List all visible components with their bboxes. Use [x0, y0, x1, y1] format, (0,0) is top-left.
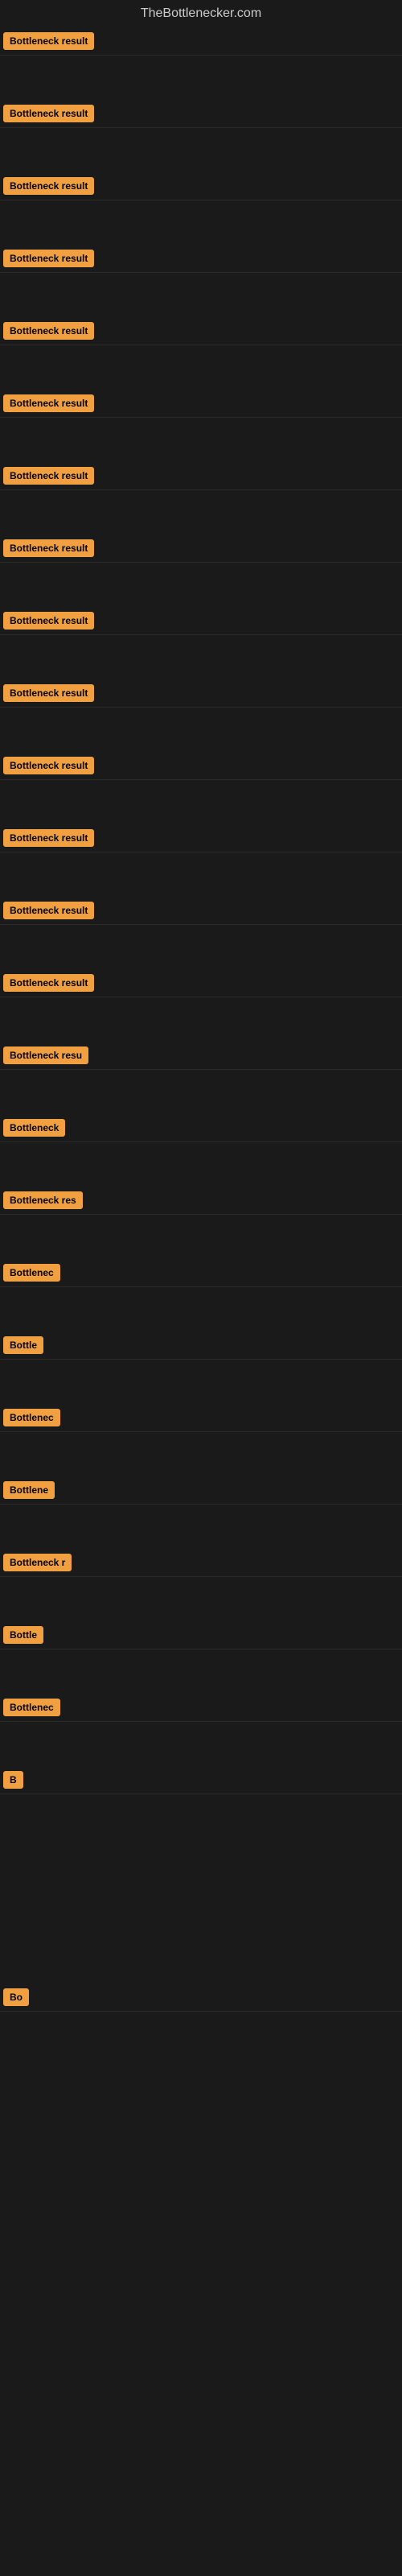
bottleneck-item: Bottlenec [0, 1694, 402, 1722]
section-gap-1 [0, 1839, 402, 1984]
bottleneck-badge[interactable]: Bottlene [3, 1481, 55, 1499]
bottleneck-badge[interactable]: Bottleneck result [3, 757, 94, 774]
bottleneck-badge[interactable]: Bottleneck result [3, 394, 94, 412]
bottleneck-badge[interactable]: Bottleneck [3, 1119, 65, 1137]
bottleneck-badge[interactable]: Bottleneck result [3, 539, 94, 557]
item-gap [0, 1649, 402, 1694]
bottleneck-item: Bottleneck result [0, 824, 402, 852]
bottleneck-item-final: Bo [0, 1984, 402, 2012]
section-gap-2 [0, 2012, 402, 2334]
item-gap [0, 925, 402, 969]
bottleneck-badge[interactable]: Bottlenec [3, 1409, 60, 1426]
item-gap [0, 128, 402, 172]
item-gap [0, 1070, 402, 1114]
item-gap [0, 635, 402, 679]
item-gap [0, 56, 402, 100]
bottleneck-badge[interactable]: B [3, 1771, 23, 1789]
item-gap [0, 273, 402, 317]
item-gap [0, 1432, 402, 1476]
bottleneck-item: Bottleneck result [0, 897, 402, 925]
bottleneck-badge[interactable]: Bottleneck result [3, 612, 94, 630]
bottleneck-item: Bottleneck result [0, 535, 402, 563]
bottleneck-badge[interactable]: Bottleneck result [3, 467, 94, 485]
site-title: TheBottlenecker.com [141, 6, 261, 20]
item-gap [0, 563, 402, 607]
bottleneck-item: Bottleneck result [0, 752, 402, 780]
bottleneck-badge[interactable]: Bottlenec [3, 1699, 60, 1716]
item-gap [0, 418, 402, 462]
bottleneck-badge[interactable]: Bottleneck res [3, 1191, 83, 1209]
bottleneck-item: Bottleneck res [0, 1187, 402, 1215]
bottleneck-item: Bottleneck result [0, 390, 402, 418]
bottleneck-item: Bottleneck result [0, 100, 402, 128]
item-gap [0, 1722, 402, 1766]
bottleneck-badge[interactable]: Bottleneck result [3, 902, 94, 919]
bottleneck-badge[interactable]: Bottleneck result [3, 974, 94, 992]
item-gap [0, 490, 402, 535]
item-gap [0, 1794, 402, 1839]
item-gap [0, 780, 402, 824]
bottleneck-item: Bottleneck resu [0, 1042, 402, 1070]
bottleneck-item: Bottlenec [0, 1404, 402, 1432]
item-gap [0, 200, 402, 245]
bottleneck-badge[interactable]: Bottleneck result [3, 322, 94, 340]
item-gap [0, 1505, 402, 1549]
bottleneck-badge[interactable]: Bottlenec [3, 1264, 60, 1282]
bottleneck-badge[interactable]: Bottleneck result [3, 684, 94, 702]
item-gap [0, 708, 402, 752]
bottleneck-item: Bottleneck [0, 1114, 402, 1142]
bottleneck-item: Bottleneck result [0, 245, 402, 273]
bottleneck-badge[interactable]: Bottleneck result [3, 250, 94, 267]
bottleneck-badge[interactable]: Bottleneck resu [3, 1046, 88, 1064]
header: TheBottlenecker.com [0, 0, 402, 27]
bottleneck-item: Bottleneck r [0, 1549, 402, 1577]
bottleneck-item: Bottleneck result [0, 679, 402, 708]
bottleneck-badge[interactable]: Bottleneck result [3, 105, 94, 122]
bottleneck-badge[interactable]: Bottleneck result [3, 32, 94, 50]
bottleneck-item: B [0, 1766, 402, 1794]
bottleneck-badge[interactable]: Bottleneck result [3, 177, 94, 195]
item-gap [0, 997, 402, 1042]
item-gap [0, 1360, 402, 1404]
bottleneck-badge[interactable]: Bottleneck result [3, 829, 94, 847]
item-gap [0, 1577, 402, 1621]
item-gap [0, 852, 402, 897]
bottleneck-badge[interactable]: Bottle [3, 1626, 43, 1644]
bottleneck-item: Bottle [0, 1331, 402, 1360]
bottleneck-item: Bottlene [0, 1476, 402, 1505]
bottleneck-item: Bottlenec [0, 1259, 402, 1287]
bottleneck-item: Bottleneck result [0, 27, 402, 56]
item-gap [0, 1142, 402, 1187]
bottleneck-item: Bottleneck result [0, 317, 402, 345]
item-gap [0, 345, 402, 390]
bottleneck-list: Bottleneck result Bottleneck result Bottle… [0, 27, 402, 2334]
item-gap [0, 1287, 402, 1331]
bottleneck-item: Bottle [0, 1621, 402, 1649]
bottleneck-badge[interactable]: Bottleneck r [3, 1554, 72, 1571]
bottleneck-item: Bottleneck result [0, 969, 402, 997]
bottleneck-badge-final[interactable]: Bo [3, 1988, 29, 2006]
bottleneck-badge[interactable]: Bottle [3, 1336, 43, 1354]
bottleneck-item: Bottleneck result [0, 172, 402, 200]
bottleneck-item: Bottleneck result [0, 607, 402, 635]
item-gap [0, 1215, 402, 1259]
bottleneck-item: Bottleneck result [0, 462, 402, 490]
